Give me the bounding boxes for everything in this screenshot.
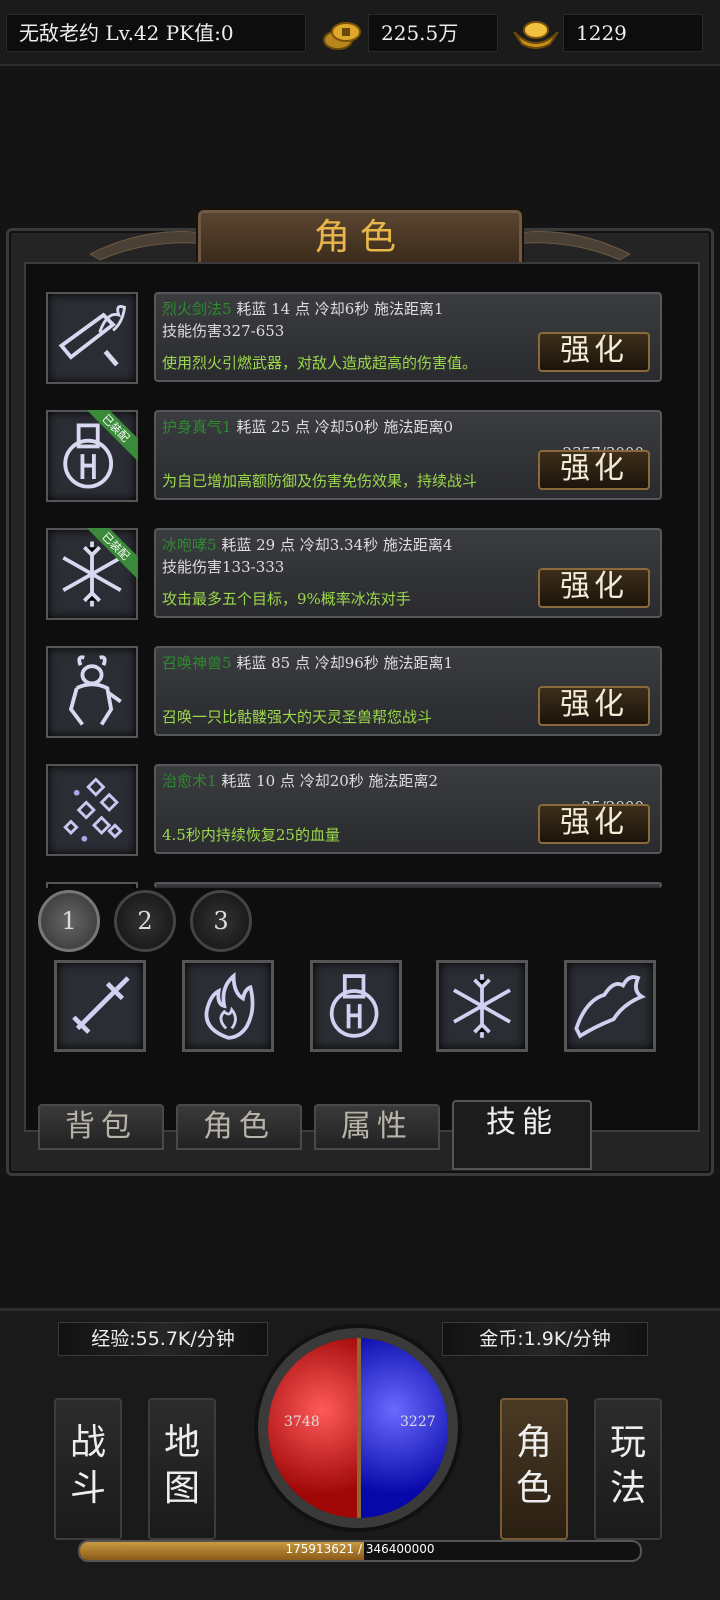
- gold-coin-icon: [323, 22, 361, 50]
- tab-skills[interactable]: 技能: [452, 1100, 592, 1170]
- hp-value: 3748: [284, 1414, 320, 1430]
- panel-title: 角色: [198, 210, 522, 268]
- nav-play-button[interactable]: 玩法: [594, 1398, 662, 1540]
- skill-stats: 耗蓝 29 点 冷却3.34秒 施法距离4: [216, 536, 453, 554]
- ingot-amount: 1229: [563, 14, 703, 52]
- skill-stats: 耗蓝 10 点 冷却20秒 施法距离2: [216, 772, 439, 790]
- skill-damage: 技能伤害327-653: [162, 322, 285, 340]
- skill-card: 烈火剑法5 耗蓝 14 点 冷却6秒 施法距离1 技能伤害327-653 使用烈…: [154, 292, 662, 382]
- mp-value: 3227: [400, 1414, 436, 1430]
- equipped-badge: 已装配: [82, 528, 138, 580]
- skill-stats: 耗蓝 25 点 冷却50秒 施法距离0: [231, 418, 454, 436]
- gold-rate: 金币:1.9K/分钟: [442, 1322, 648, 1356]
- player-info: 无敌老约 Lv.42 PK值:0: [6, 14, 306, 52]
- tab-attributes[interactable]: 属性: [314, 1104, 440, 1150]
- skill-description: 4.5秒内持续恢复25的血量: [162, 826, 340, 844]
- skill-name: 烈火剑法5: [162, 300, 232, 318]
- slot-flame-icon[interactable]: [182, 960, 274, 1052]
- skill-description: 为自已增加高额防御及伤害免伤效果，持续战斗: [162, 472, 478, 490]
- skill-card-partial: [154, 882, 662, 888]
- page-button-2[interactable]: 2: [114, 890, 176, 952]
- top-status-bar: 无敌老约 Lv.42 PK值:0 225.5万 1229: [0, 0, 720, 66]
- skill-name: 治愈术1: [162, 772, 217, 790]
- skill-card: 治愈术1 耗蓝 10 点 冷却20秒 施法距离2 25/2000 4.5秒内持续…: [154, 764, 662, 854]
- beast-icon[interactable]: [46, 646, 138, 738]
- slot-shield-body-icon[interactable]: [310, 960, 402, 1052]
- skill-description: 使用烈火引燃武器，对敌人造成超高的伤害值。: [162, 354, 478, 372]
- skill-description: 攻击最多五个目标，9%概率冰冻对手: [162, 590, 411, 608]
- upgrade-button[interactable]: 强化: [538, 804, 650, 844]
- skill-card: 召唤神兽5 耗蓝 85 点 冷却96秒 施法距离1 召唤一只比骷髅强大的天灵圣兽…: [154, 646, 662, 736]
- panel-ornament-left: [90, 231, 210, 261]
- skill-card: 护身真气1 耗蓝 25 点 冷却50秒 施法距离0 2357/3000 为自已增…: [154, 410, 662, 500]
- nav-role-button[interactable]: 角色: [500, 1398, 568, 1540]
- tab-character[interactable]: 角色: [176, 1104, 302, 1150]
- gold-ingot-icon: [513, 21, 559, 49]
- skill-stats: 耗蓝 14 点 冷却6秒 施法距离1: [231, 300, 444, 318]
- upgrade-button[interactable]: 强化: [538, 332, 650, 372]
- heal-sparkle-icon[interactable]: [46, 764, 138, 856]
- upgrade-button[interactable]: 强化: [538, 686, 650, 726]
- tab-inventory[interactable]: 背包: [38, 1104, 164, 1150]
- skill-stats: 耗蓝 85 点 冷却96秒 施法距离1: [231, 654, 454, 672]
- gold-amount: 225.5万: [368, 14, 498, 52]
- shield-body-icon[interactable]: 已装配: [46, 410, 138, 502]
- slot-sword-icon[interactable]: [54, 960, 146, 1052]
- slot-snowflake-icon[interactable]: [436, 960, 528, 1052]
- nav-map-button[interactable]: 地图: [148, 1398, 216, 1540]
- skill-icon-partial: [46, 882, 138, 888]
- page-button-3[interactable]: 3: [190, 890, 252, 952]
- slot-claw-icon[interactable]: [564, 960, 656, 1052]
- skill-name: 护身真气1: [162, 418, 232, 436]
- page-button-1[interactable]: 1: [38, 890, 100, 952]
- skill-description: 召唤一只比骷髅强大的天灵圣兽帮您战斗: [162, 708, 433, 726]
- upgrade-button[interactable]: 强化: [538, 568, 650, 608]
- panel-ornament-right: [510, 231, 630, 261]
- skill-name: 召唤神兽5: [162, 654, 232, 672]
- snowflake-icon[interactable]: 已装配: [46, 528, 138, 620]
- exp-rate: 经验:55.7K/分钟: [58, 1322, 268, 1356]
- equipped-badge: 已装配: [82, 410, 138, 462]
- skill-damage: 技能伤害133-333: [162, 558, 285, 576]
- sword-fire-icon[interactable]: [46, 292, 138, 384]
- skill-name: 冰咆哮5: [162, 536, 217, 554]
- upgrade-button[interactable]: 强化: [538, 450, 650, 490]
- exp-text: 175913621 / 346400000: [285, 1542, 435, 1556]
- skill-card: 冰咆哮5 耗蓝 29 点 冷却3.34秒 施法距离4 技能伤害133-333 攻…: [154, 528, 662, 618]
- nav-battle-button[interactable]: 战斗: [54, 1398, 122, 1540]
